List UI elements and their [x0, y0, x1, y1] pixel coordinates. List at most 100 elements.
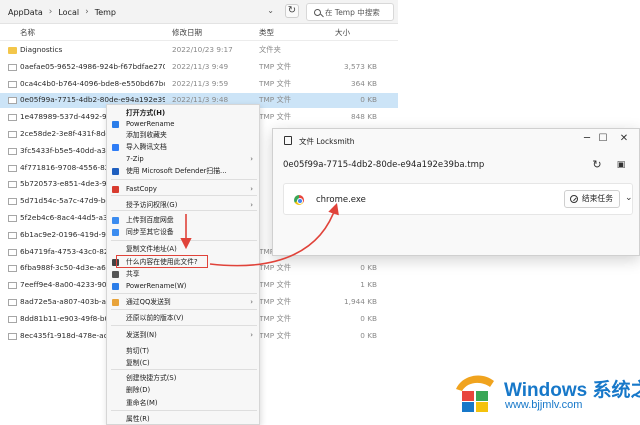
- menu-item[interactable]: FastCopy ›: [107, 184, 259, 195]
- breadcrumb-separator-icon: ›: [85, 7, 89, 17]
- file-type: TMP 文件: [259, 112, 292, 122]
- menu-item[interactable]: 上传到百度网盘: [107, 215, 259, 226]
- column-header-date[interactable]: 修改日期: [172, 26, 202, 40]
- column-header-name[interactable]: 名称: [20, 26, 35, 40]
- menu-item[interactable]: 打开方式(H): [107, 108, 259, 119]
- submenu-arrow-icon: ›: [250, 331, 253, 339]
- submenu-arrow-icon: ›: [250, 201, 253, 209]
- menu-separator: [111, 179, 257, 180]
- breadcrumb-temp[interactable]: Temp: [95, 8, 116, 17]
- menu-item[interactable]: 使用 Microsoft Defender扫描...: [107, 166, 259, 177]
- column-header-size[interactable]: 大小: [335, 26, 350, 40]
- file-icon: [8, 181, 17, 189]
- menu-item-label: 复制文件地址(A): [126, 245, 177, 253]
- menu-item[interactable]: 7-Zip ›: [107, 154, 259, 165]
- file-name: 0ca4c4b0-b764-4096-bde8-e550bd67bc16f...: [20, 78, 165, 88]
- fastcopy-icon: [112, 186, 119, 193]
- file-type: TMP 文件: [259, 78, 292, 88]
- pin-icon[interactable]: ▣: [613, 157, 629, 173]
- qq-icon: [112, 299, 119, 306]
- refresh-button[interactable]: ↻: [285, 4, 299, 18]
- file-row[interactable]: 0ca4c4b0-b764-4096-bde8-e550bd67bc16f...…: [0, 77, 398, 92]
- menu-item[interactable]: 共享: [107, 269, 259, 280]
- file-icon: [8, 215, 17, 222]
- file-icon: [8, 248, 17, 256]
- menu-separator: [111, 309, 257, 310]
- breadcrumb-local[interactable]: Local: [58, 8, 79, 17]
- file-icon: [8, 114, 17, 122]
- menu-item[interactable]: 导入腾讯文档: [107, 142, 259, 153]
- menu-item-label: 7-Zip: [126, 155, 144, 163]
- file-type: TMP 文件: [259, 61, 292, 71]
- file-icon: [8, 332, 17, 340]
- file-type: TMP 文件: [259, 330, 292, 340]
- file-row[interactable]: Diagnostics 2022/10/23 9:17 文件夹: [0, 43, 398, 58]
- refresh-icon[interactable]: ↻: [589, 157, 605, 173]
- file-icon: [8, 198, 17, 206]
- file-icon: [8, 131, 17, 138]
- menu-item[interactable]: 添加到收藏夹: [107, 130, 259, 141]
- menu-item[interactable]: 复制文件地址(A): [107, 244, 259, 255]
- menu-item[interactable]: 重命名(M): [107, 398, 259, 409]
- menu-item-label: FastCopy: [126, 185, 157, 193]
- file-name: 0aefae05-9652-4986-924b-f67bdfae2709.t..…: [20, 61, 165, 71]
- breadcrumb-separator-icon: ›: [48, 7, 53, 17]
- menu-item-label: 重命名(M): [126, 399, 158, 407]
- expand-chevron-icon[interactable]: ⌄: [625, 193, 633, 203]
- process-row[interactable]: chrome.exe 结束任务 ⌄: [283, 183, 633, 215]
- close-icon[interactable]: ✕: [616, 133, 632, 144]
- file-icon: [8, 231, 17, 239]
- file-icon: [8, 63, 17, 71]
- file-size: 848 KB: [350, 112, 377, 122]
- file-type: 文件夹: [259, 45, 281, 54]
- end-task-button[interactable]: 结束任务: [564, 190, 620, 208]
- menu-item-label: 同步至其它设备: [126, 228, 174, 236]
- menu-item[interactable]: 创建快捷方式(S): [107, 373, 259, 384]
- menu-item[interactable]: 还原以前的版本(V): [107, 313, 259, 324]
- file-icon: [8, 315, 17, 323]
- end-task-icon: [570, 195, 578, 203]
- menu-separator: [111, 240, 257, 241]
- menu-item-label: 剪切(T): [126, 347, 150, 355]
- file-date: 2022/11/3 9:59: [172, 78, 229, 88]
- file-row[interactable]: 0aefae05-9652-4986-924b-f67bdfae2709.t..…: [0, 60, 398, 75]
- file-icon: [8, 147, 17, 155]
- maximize-icon[interactable]: ☐: [595, 133, 611, 144]
- menu-item[interactable]: PowerRename: [107, 119, 259, 130]
- menu-item[interactable]: 属性(R): [107, 414, 259, 425]
- search-box[interactable]: 在 Temp 中搜索: [306, 3, 394, 21]
- menu-item-label: 打开方式(H): [126, 109, 166, 117]
- watermark-title: Windows 系统之家: [504, 380, 640, 401]
- menu-item[interactable]: 发送到(N) ›: [107, 330, 259, 341]
- search-placeholder: 在 Temp 中搜索: [325, 7, 380, 17]
- file-type: TMP 文件: [259, 263, 292, 273]
- menu-item-label: 使用 Microsoft Defender扫描...: [126, 167, 227, 175]
- column-header-type[interactable]: 类型: [259, 26, 274, 40]
- minimize-icon[interactable]: ─: [579, 133, 595, 144]
- address-bar[interactable]: AppData › Local › Temp ⌄: [0, 3, 280, 21]
- menu-item[interactable]: 同步至其它设备: [107, 227, 259, 238]
- menu-item[interactable]: PowerRename(W): [107, 281, 259, 292]
- breadcrumb-appdata[interactable]: AppData: [8, 8, 43, 17]
- menu-item[interactable]: 授予访问权限(G) ›: [107, 200, 259, 211]
- windows-logo-icon: [456, 375, 494, 412]
- explorer-toolbar: AppData › Local › Temp ⌄ ↻ 在 Temp 中搜索: [0, 0, 398, 24]
- address-dropdown-icon[interactable]: ⌄: [267, 6, 274, 15]
- menu-separator: [111, 325, 257, 326]
- menu-item[interactable]: 删除(D): [107, 385, 259, 396]
- file-size: 0 KB: [360, 313, 377, 323]
- file-size: 0 KB: [360, 330, 377, 340]
- menu-item-label: 删除(D): [126, 386, 151, 394]
- menu-separator: [111, 293, 257, 294]
- dialog-title: 文件 Locksmith: [299, 137, 355, 146]
- menu-item-label: 通过QQ发送到: [126, 298, 171, 306]
- file-icon: [8, 265, 17, 273]
- file-size: 3,573 KB: [344, 61, 377, 71]
- menu-item-label: 添加到收藏夹: [126, 131, 167, 139]
- menu-separator: [111, 195, 257, 196]
- menu-item[interactable]: 剪切(T): [107, 346, 259, 357]
- menu-item[interactable]: 通过QQ发送到 ›: [107, 297, 259, 308]
- menu-item[interactable]: 复制(C): [107, 358, 259, 369]
- menu-item-label: 还原以前的版本(V): [126, 314, 184, 322]
- file-type: TMP 文件: [259, 95, 292, 105]
